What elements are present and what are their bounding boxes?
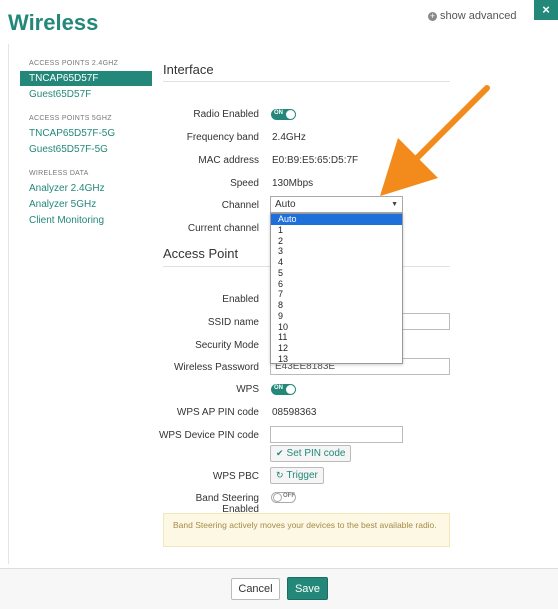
sidebar-section-title: WIRELESS DATA [29,170,89,177]
plus-circle-icon: + [428,10,437,21]
trigger-button[interactable]: ↻ Trigger [270,467,324,484]
wireless-password-label: Wireless Password [173,362,259,373]
sidebar-item-guest65d57f[interactable]: Guest65D57F [20,87,152,102]
left-divider [8,44,9,564]
channel-option[interactable]: 9 [271,311,402,322]
channel-option[interactable]: 8 [271,300,402,311]
check-circle-icon: ✔ [276,448,284,458]
show-advanced-label: show advanced [440,10,517,22]
channel-option[interactable]: 13 [271,354,402,365]
sidebar-item-analyzer-5ghz[interactable]: Analyzer 5GHz [20,197,152,212]
section-divider [163,81,450,82]
sidebar-item-guest65d57f-5g[interactable]: Guest65D57F-5G [20,142,152,157]
wps-ap-pin-value: 08598363 [272,407,317,418]
band-steering-notice: Band Steering actively moves your device… [163,513,450,547]
channel-option[interactable]: 12 [271,343,402,354]
sidebar-item-tncap65d57f[interactable]: TNCAP65D57F [20,71,152,86]
sidebar: ACCESS POINTS 2.4GHZ TNCAP65D57F Guest65… [20,56,152,229]
channel-selected-value: Auto [275,199,296,210]
speed-label: Speed [230,178,259,189]
channel-option[interactable]: 7 [271,289,402,300]
toggle-knob [286,110,295,119]
channel-option[interactable]: 4 [271,257,402,268]
mac-address-label: MAC address [198,155,259,166]
wps-device-pin-input[interactable] [270,426,403,443]
sidebar-item-tncap65d57f-5g[interactable]: TNCAP65D57F-5G [20,126,152,141]
enabled-label: Enabled [222,294,259,305]
band-steering-toggle[interactable]: OFF [271,492,296,503]
toggle-knob [286,385,295,394]
save-button[interactable]: Save [287,577,328,600]
wps-device-pin-label: WPS Device PIN code [158,430,259,441]
toggle-state: OFF [283,493,295,499]
wps-pbc-label: WPS PBC [212,471,259,482]
toggle-state: ON [274,110,283,116]
channel-option[interactable]: 6 [271,279,402,290]
channel-select[interactable]: Auto ▼ [270,196,403,213]
trigger-label: Trigger [286,470,318,481]
wps-toggle[interactable]: ON [271,384,296,395]
wps-label: WPS [236,384,259,395]
sidebar-item-analyzer-24ghz[interactable]: Analyzer 2.4GHz [20,181,152,196]
cancel-button[interactable]: Cancel [231,578,280,600]
channel-dropdown-list: Auto 1 2 3 4 5 6 7 8 9 10 11 12 13 [270,213,403,364]
refresh-icon: ↻ [276,470,284,480]
channel-label: Channel [221,200,259,211]
channel-option[interactable]: 10 [271,322,402,333]
ssid-name-input[interactable] [400,313,450,330]
current-channel-label: Current channel [187,223,259,234]
toggle-knob [273,493,282,502]
speed-value: 130Mbps [272,178,314,189]
channel-option[interactable]: Auto [271,214,402,225]
band-steering-label: Band Steering Enabled [195,493,259,515]
page-title: Wireless [8,10,99,35]
channel-option[interactable]: 11 [271,332,402,343]
set-pin-code-label: Set PIN code [286,448,346,459]
header-bar: Wireless + show advanced × [0,0,558,44]
wps-ap-pin-label: WPS AP PIN code [176,407,259,418]
channel-option[interactable]: 1 [271,225,402,236]
show-advanced-link[interactable]: + show advanced [428,10,516,22]
sidebar-section-title: ACCESS POINTS 2.4GHZ [29,60,119,67]
sidebar-section-title: ACCESS POINTS 5GHZ [29,115,112,122]
radio-enabled-toggle[interactable]: ON [271,109,296,120]
sidebar-item-client-monitoring[interactable]: Client Monitoring [20,213,152,228]
chevron-down-icon: ▼ [391,201,398,208]
channel-option[interactable]: 3 [271,246,402,257]
frequency-band-label: Frequency band [186,132,259,143]
channel-option[interactable]: 2 [271,236,402,247]
channel-option[interactable]: 5 [271,268,402,279]
radio-enabled-label: Radio Enabled [193,109,259,120]
close-icon[interactable]: × [534,0,558,20]
security-mode-label: Security Mode [195,340,259,351]
mac-address-value: E0:B9:E5:65:D5:7F [272,155,359,166]
access-point-section-title: Access Point [163,246,239,261]
ssid-name-label: SSID name [207,317,259,328]
set-pin-code-button[interactable]: ✔ Set PIN code [270,445,352,462]
toggle-state: ON [274,385,283,391]
frequency-band-value: 2.4GHz [272,132,306,143]
interface-section-title: Interface [163,62,214,77]
